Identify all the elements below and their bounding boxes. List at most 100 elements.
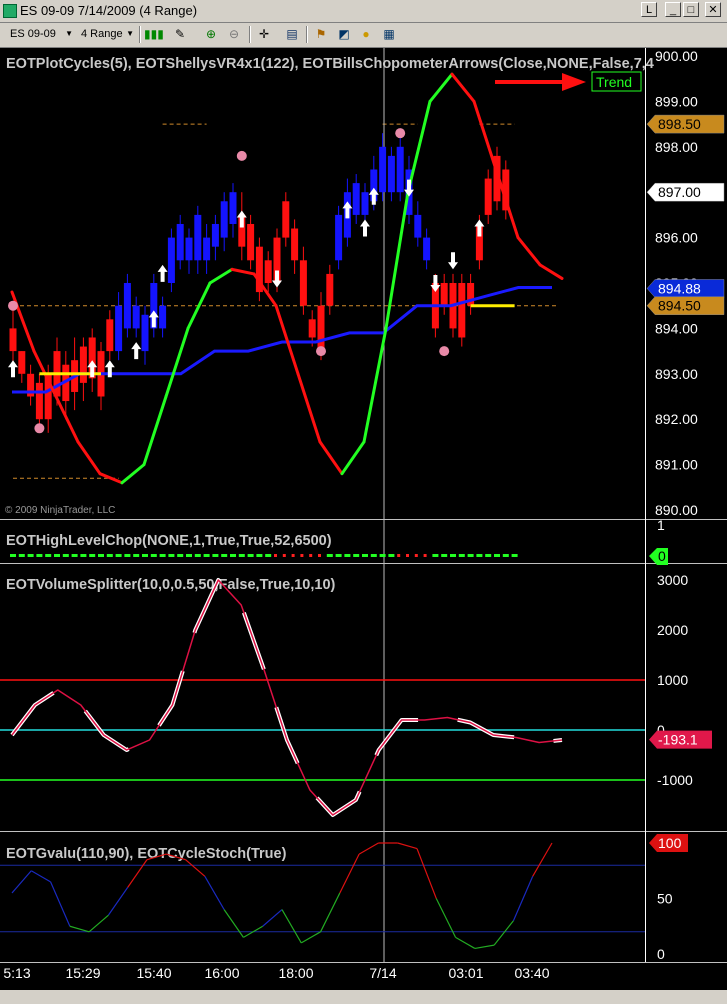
price-axis-label: 899.00: [655, 93, 698, 109]
candle-body: [176, 223, 184, 261]
price-badge-label: 897.00: [658, 184, 701, 200]
chop-marker: [397, 554, 401, 557]
gvalu-indicator-title: EOTGvalu(110,90), EOTCycleStoch(True): [6, 846, 287, 862]
candle-body: [35, 382, 43, 420]
link-button[interactable]: L: [641, 2, 657, 17]
candle-body: [361, 192, 369, 215]
candle-body: [132, 305, 140, 329]
chop-marker: [467, 554, 474, 557]
chevron-down-icon: ▼: [126, 29, 134, 38]
volume-axis-label: 3000: [657, 572, 688, 588]
time-axis-label: 15:40: [136, 965, 171, 981]
chop-marker: [194, 554, 201, 557]
period-select[interactable]: 4 Range ▼: [77, 25, 137, 43]
chop-marker: [27, 554, 34, 557]
chop-marker: [423, 554, 427, 557]
chop-marker: [106, 554, 113, 557]
volume-panel[interactable]: [0, 565, 645, 831]
volume-axis-label: 2000: [657, 622, 688, 638]
candle-body: [79, 346, 87, 383]
close-button[interactable]: ✕: [705, 2, 721, 17]
chop-marker: [54, 554, 60, 557]
toolbar-separator: [249, 26, 251, 43]
chop-marker: [45, 554, 52, 557]
gvalu-axis-label: 0: [657, 946, 665, 962]
price-panel[interactable]: [0, 48, 645, 519]
time-axis-label: 03:40: [514, 965, 549, 981]
chop-marker: [485, 554, 492, 557]
properties-icon[interactable]: ▤: [284, 26, 300, 42]
price-badge-label: 898.50: [658, 116, 701, 132]
price-indicator-title: EOTPlotCycles(5), EOTShellysVR4x1(122), …: [6, 56, 654, 72]
candle-body: [229, 192, 237, 224]
candle-body: [9, 328, 17, 352]
candle-body: [317, 305, 325, 352]
strategies-icon[interactable]: ⚑: [313, 26, 329, 42]
chart-canvas[interactable]: 900.00899.00898.00897.00896.00895.00894.…: [0, 48, 727, 990]
pivot-dot: [8, 300, 18, 311]
candle-body: [123, 283, 131, 329]
candle-body: [335, 214, 343, 261]
chop-marker: [115, 554, 122, 557]
chop-marker: [177, 554, 184, 557]
instrument-select[interactable]: ES 09-09 ▼: [6, 25, 76, 43]
crosshair-icon[interactable]: ✛: [256, 26, 272, 42]
candle-body: [423, 237, 431, 261]
chop-marker: [309, 554, 313, 557]
gvalu-axis-label: 50: [657, 891, 673, 907]
chop-marker: [168, 554, 175, 557]
maximize-button[interactable]: □: [683, 2, 699, 17]
candle-body: [106, 319, 114, 352]
instrument-value: ES 09-09: [10, 28, 56, 40]
candle-body: [159, 305, 167, 329]
candle-body: [115, 305, 123, 352]
chart-trader-icon[interactable]: ●: [358, 26, 374, 42]
chart-toolbar: ES 09-09 ▼ 4 Range ▼ ▮▮▮ ✎ ⊕ ⊖ ✛ ▤ ⚑ ◩ ● ▦: [0, 23, 727, 48]
chop-marker: [353, 554, 360, 557]
price-axis-label: 898.00: [655, 139, 698, 155]
chop-marker: [133, 554, 140, 557]
chop-axis-label: 1: [657, 517, 665, 533]
pivot-dot: [34, 423, 45, 434]
candle-body: [18, 351, 26, 374]
pivot-dot: [439, 346, 450, 357]
chop-marker: [388, 554, 395, 557]
chop-marker: [221, 554, 228, 557]
price-axis-label: 896.00: [655, 230, 698, 246]
chop-marker: [450, 554, 456, 557]
price-badge-label: 894.50: [658, 298, 701, 314]
candle-body: [282, 201, 290, 238]
chop-marker: [247, 554, 254, 557]
time-axis-label: 03:01: [448, 965, 483, 981]
time-axis-label: 15:29: [65, 965, 100, 981]
chop-marker: [256, 554, 263, 557]
draw-pencil-icon[interactable]: ✎: [172, 26, 188, 42]
chop-marker: [150, 554, 157, 557]
chop-marker: [432, 554, 439, 557]
chop-marker: [414, 554, 418, 557]
window-title: ES 09-09 7/14/2009 (4 Range): [20, 3, 198, 18]
pivot-dot: [316, 346, 326, 357]
status-strip: [0, 990, 727, 1004]
zoom-in-icon[interactable]: ⊕: [203, 26, 219, 42]
candle-body: [291, 228, 299, 261]
data-box-icon[interactable]: ▦: [381, 26, 397, 42]
minimize-button[interactable]: _: [665, 2, 681, 17]
chop-marker: [362, 554, 368, 557]
pivot-dot: [395, 128, 406, 139]
price-axis-label: 890.00: [655, 502, 698, 518]
volume-indicator-title: EOTVolumeSplitter(10,0,0.5,50,False,True…: [6, 577, 336, 593]
candle-body: [220, 201, 228, 238]
zoom-out-icon[interactable]: ⊖: [226, 26, 242, 42]
chop-marker: [274, 554, 277, 557]
chop-marker: [379, 554, 386, 557]
candle-body: [203, 237, 211, 261]
indicators-icon[interactable]: ◩: [336, 26, 352, 42]
candle-body: [379, 146, 387, 193]
candlestick-style-icon[interactable]: ▮▮▮: [144, 26, 164, 42]
chop-marker: [203, 554, 210, 557]
price-axis-label: 893.00: [655, 366, 698, 382]
window-titlebar: ES 09-09 7/14/2009 (4 Range) L _ □ ✕: [0, 0, 727, 23]
chop-marker: [406, 554, 409, 557]
app-icon: [3, 4, 17, 18]
